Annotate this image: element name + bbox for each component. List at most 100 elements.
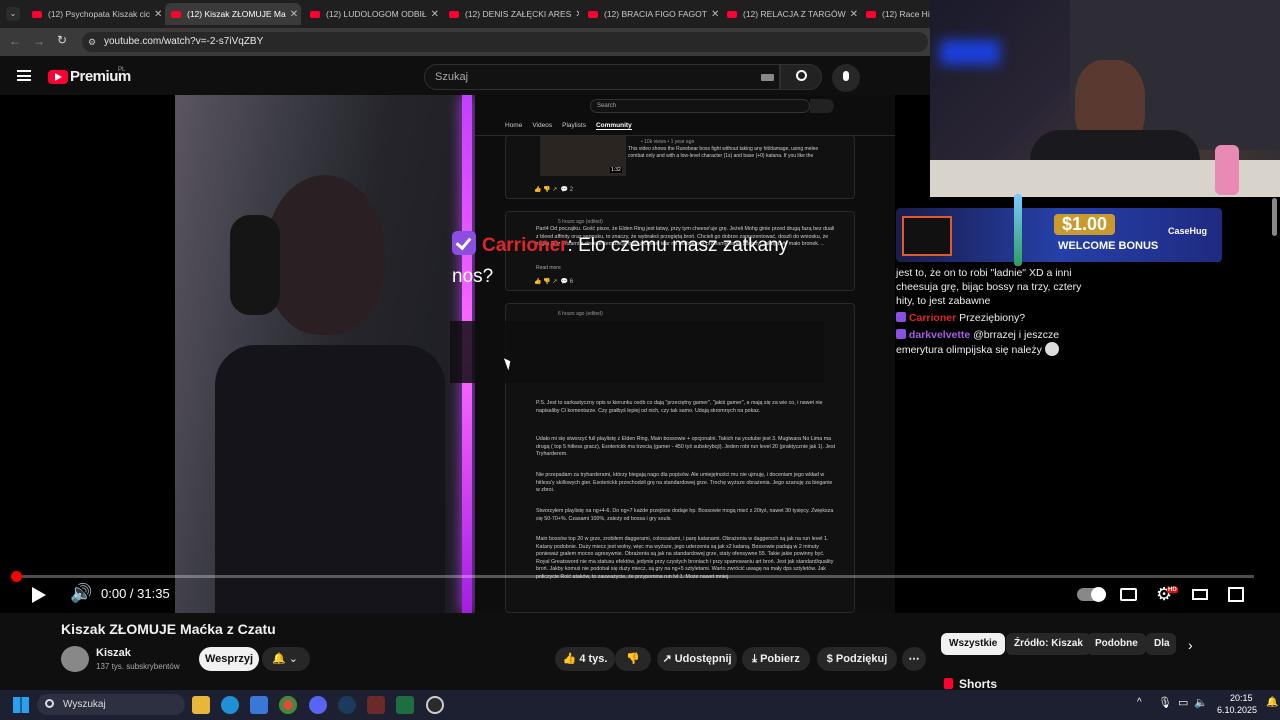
theater-mode-icon[interactable] xyxy=(1192,589,1208,600)
embedded-search-input: Search xyxy=(590,99,810,113)
post-time: 5 hours ago (edited) xyxy=(558,219,603,225)
browser-tab[interactable]: (12) LUDOLOGOM ODBIŁ ✕ xyxy=(304,3,440,25)
notifications-button[interactable]: 🔔 ⌄ xyxy=(262,647,310,671)
back-icon[interactable]: ← xyxy=(9,34,21,48)
hamburger-menu-icon[interactable] xyxy=(17,70,31,81)
chat-username: Carrioner xyxy=(908,312,957,324)
chip-all[interactable]: Wszystkie xyxy=(941,633,1006,655)
obs-icon[interactable] xyxy=(426,696,444,714)
steam-icon[interactable] xyxy=(338,696,356,714)
microphone-tray-icon[interactable]: 🎙 xyxy=(1158,696,1172,709)
file-explorer-icon[interactable] xyxy=(192,696,210,714)
taskbar-date[interactable]: 6.10.2025 xyxy=(1217,705,1257,715)
browser-tab[interactable]: (12) DENIS ZAŁĘCKI ARES✕ xyxy=(443,3,579,25)
notifications-icon[interactable]: 🔔 xyxy=(1266,697,1278,708)
chat-username: darkvelvette xyxy=(908,329,971,341)
bell-icon: 🔔 xyxy=(272,653,286,665)
volume-icon[interactable]: 🔊 xyxy=(70,583,92,604)
reload-icon[interactable]: ↻ xyxy=(57,33,67,47)
chat-badge-icon xyxy=(896,312,906,322)
post-meta: • 10k views • 1 year ago xyxy=(641,139,695,145)
address-bar[interactable]: ⚙ youtube.com/watch?v=-2-s7iVqZBY xyxy=(82,32,928,52)
forward-icon[interactable]: → xyxy=(33,34,45,48)
subtitles-icon[interactable] xyxy=(1120,588,1137,601)
embedded-tabs: Home Videos Playlists Community xyxy=(505,122,632,130)
speaker-icon[interactable]: 🔈 xyxy=(1194,696,1208,709)
verified-badge-icon xyxy=(452,231,476,255)
knife-graphic xyxy=(1014,194,1022,266)
close-tab-icon[interactable]: ✕ xyxy=(707,9,718,20)
network-icon[interactable]: ▭ xyxy=(1178,696,1188,709)
chat-message-text: Przeziębiony? xyxy=(959,312,1026,324)
promo-amount: $1.00 xyxy=(1054,214,1116,235)
youtube-favicon-icon xyxy=(866,10,876,18)
windows-start-icon[interactable] xyxy=(13,697,29,713)
share-icon: ↗ xyxy=(662,653,672,665)
store-icon[interactable] xyxy=(250,696,268,714)
discord-icon[interactable] xyxy=(309,696,327,714)
youtube-favicon-icon xyxy=(588,10,598,18)
youtube-favicon-icon xyxy=(310,10,320,18)
chip-source[interactable]: Źródło: Kiszak xyxy=(1006,633,1091,655)
game-app-icon[interactable] xyxy=(367,696,385,714)
browser-tab[interactable]: (12) RELACJA Z TARGÓW ✕ xyxy=(721,3,857,25)
promo-brand: CaseHug xyxy=(1168,226,1208,236)
channel-avatar[interactable] xyxy=(61,646,89,672)
search-button[interactable] xyxy=(780,64,822,90)
chip-for-you[interactable]: Dla C xyxy=(1146,633,1176,655)
browser-tab[interactable]: (12) Psychopata Kiszak cic ✕ xyxy=(26,3,162,25)
fullscreen-icon[interactable] xyxy=(1228,587,1244,602)
stream-chat: jest to, że on to robi "ładnie" XD a inn… xyxy=(896,266,1096,357)
youtube-favicon-icon xyxy=(727,10,737,18)
channel-name[interactable]: Kiszak xyxy=(96,647,131,659)
chat-overlay-username: Carrioner xyxy=(482,235,568,256)
tab-list-dropdown-icon[interactable]: ⌄ xyxy=(6,7,20,21)
chrome-icon[interactable] xyxy=(279,696,297,714)
autoplay-toggle[interactable] xyxy=(1077,587,1106,602)
dislike-button[interactable]: 👎 xyxy=(615,647,651,671)
post-text: Stworzyłem playlistę na ng+4-6. Do ng+7 … xyxy=(536,508,834,522)
close-tab-icon[interactable]: ✕ xyxy=(150,9,162,20)
embedded-tab-playlists: Playlists xyxy=(562,122,586,129)
promo-logo-box xyxy=(902,216,952,256)
edge-icon[interactable] xyxy=(221,696,239,714)
chevron-down-icon: ⌄ xyxy=(288,653,298,665)
browser-tab-active[interactable]: (12) Kiszak ZŁOMUJE Ma ✕ xyxy=(165,3,301,25)
chevron-right-icon[interactable]: › xyxy=(1188,637,1193,653)
keyboard-icon[interactable] xyxy=(761,74,774,81)
share-button[interactable]: ↗ Udostępnij xyxy=(657,647,737,671)
progress-scrubber[interactable] xyxy=(11,571,22,582)
browser-tab[interactable]: (12) Race High xyxy=(860,3,930,25)
thanks-button[interactable]: $ Podziękuj xyxy=(817,647,897,671)
support-button[interactable]: Wesprzyj xyxy=(199,647,259,671)
search-input[interactable]: Szukaj xyxy=(424,64,780,90)
chip-similar[interactable]: Podobne xyxy=(1087,633,1146,655)
close-tab-icon[interactable]: ✕ xyxy=(571,9,579,20)
browser-tab-bar: ⌄ (12) Psychopata Kiszak cic ✕ (12) Kisza… xyxy=(0,0,930,28)
streamer-body xyxy=(215,345,445,613)
close-tab-icon[interactable]: ✕ xyxy=(846,9,857,20)
more-actions-button[interactable]: ⋯ xyxy=(902,647,926,671)
youtube-logo-icon[interactable] xyxy=(48,70,68,84)
site-info-icon[interactable]: ⚙ xyxy=(88,32,96,52)
taskbar-time[interactable]: 20:15 xyxy=(1230,693,1253,703)
taskbar-search-input[interactable]: Wyszukaj xyxy=(37,694,185,715)
play-button[interactable] xyxy=(32,587,46,603)
close-tab-icon[interactable]: ✕ xyxy=(427,9,439,20)
download-icon: ⤓ xyxy=(752,653,758,665)
excel-icon[interactable] xyxy=(396,696,414,714)
chat-overlay-background xyxy=(450,321,824,383)
close-tab-icon[interactable]: ✕ xyxy=(286,9,298,20)
like-button[interactable]: 👍 4 tys. xyxy=(555,647,615,671)
browser-tab[interactable]: (12) BRACIA FIGO FAGOT ✕ xyxy=(582,3,718,25)
youtube-favicon-icon xyxy=(32,10,42,18)
progress-bar[interactable] xyxy=(11,571,1254,582)
post-text: Nie przepadam za tryharderami, którzy bi… xyxy=(536,472,833,493)
voice-search-button[interactable] xyxy=(832,64,860,92)
tray-chevron-icon[interactable]: ^ xyxy=(1137,697,1142,708)
download-button[interactable]: ⤓ Pobierz xyxy=(742,647,810,671)
chat-badge-icon xyxy=(896,329,906,339)
headphones xyxy=(230,215,280,315)
thumbs-up-icon: 👍 xyxy=(562,653,577,665)
page-scrollbar[interactable] xyxy=(1272,198,1277,236)
